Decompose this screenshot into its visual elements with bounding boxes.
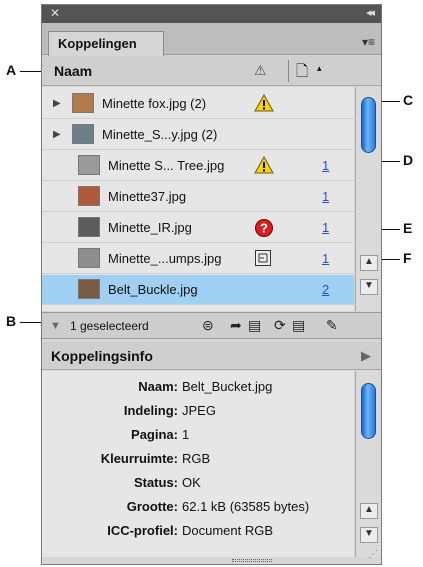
- next-link-icon[interactable]: ▶: [361, 348, 371, 364]
- update-link-icon[interactable]: ⟳: [274, 317, 286, 334]
- link-thumbnail: [72, 93, 94, 113]
- missing-icon: ?: [254, 218, 274, 241]
- link-thumbnail: [72, 124, 94, 144]
- callout-e: E: [403, 220, 413, 236]
- info-value: RGB: [182, 451, 211, 466]
- page-link[interactable]: 2: [322, 282, 329, 297]
- scroll-up-icon[interactable]: ▲: [360, 255, 378, 271]
- page-link[interactable]: 1: [322, 189, 329, 204]
- info-scroll-thumb[interactable]: [361, 383, 376, 439]
- link-row[interactable]: Minette_...umps.jpg 1: [42, 244, 354, 274]
- selection-count: 1 geselecteerd: [70, 319, 149, 333]
- info-scroll-up-icon[interactable]: ▲: [360, 503, 378, 519]
- embedded-icon: [254, 249, 272, 270]
- info-row: ICC-profiel: Document RGB: [42, 523, 354, 545]
- relink-icon[interactable]: ➦: [230, 317, 242, 334]
- close-icon[interactable]: ✕: [50, 6, 60, 20]
- goto-link-icon[interactable]: ▤: [248, 317, 261, 334]
- info-row: Pagina: 1: [42, 427, 354, 449]
- relink-from-cc-icon[interactable]: ⊜: [202, 317, 214, 334]
- link-info-list: Naam: Belt_Bucket.jpg Indeling: JPEG Pagina:…: [42, 371, 354, 557]
- link-name: Minette_IR.jpg: [108, 220, 192, 235]
- info-row: Naam: Belt_Bucket.jpg: [42, 379, 354, 401]
- svg-text:?: ?: [260, 221, 268, 236]
- info-key: Indeling:: [123, 403, 178, 418]
- info-key: Grootte:: [126, 499, 178, 514]
- callout-a: A: [6, 62, 17, 78]
- link-name: Belt_Buckle.jpg: [108, 282, 198, 297]
- info-row: Grootte: 62.1 kB (63585 bytes): [42, 499, 354, 521]
- tab-strip: Koppelingen ▾≡: [42, 23, 381, 56]
- link-thumbnail: [78, 186, 100, 206]
- link-name: Minette_...umps.jpg: [108, 251, 222, 266]
- page-column-icon[interactable]: 🗋: [296, 61, 308, 86]
- link-thumbnail: [78, 217, 100, 237]
- expand-icon[interactable]: ▶: [53, 98, 61, 109]
- link-row[interactable]: Belt_Buckle.jpg 2: [42, 275, 354, 305]
- info-scroll-down-icon[interactable]: ▼: [360, 527, 378, 543]
- callout-f: F: [403, 250, 412, 266]
- page-link[interactable]: 1: [322, 220, 329, 235]
- column-divider: [288, 60, 289, 82]
- callout-b: B: [6, 313, 17, 329]
- link-thumbnail: [78, 248, 100, 268]
- edit-original-icon[interactable]: ✎: [326, 317, 338, 334]
- info-value: Belt_Bucket.jpg: [182, 379, 273, 394]
- info-scrollbar[interactable]: ▲ ▼: [355, 371, 381, 557]
- column-header: Naam ⚠ 🗋 ▴: [42, 56, 381, 86]
- status-bar: ▼ 1 geselecteerd ⊜ ➦ ▤ ⟳ ▤ ✎: [42, 312, 381, 339]
- info-key: Status:: [133, 475, 178, 490]
- link-row[interactable]: ▶ Minette_S...y.jpg (2): [42, 120, 354, 150]
- panel-titlebar: ✕ ◂◂: [42, 5, 381, 23]
- tab-koppelingen[interactable]: Koppelingen: [48, 31, 164, 56]
- link-thumbnail: [78, 279, 100, 299]
- panel-menu-icon[interactable]: ▾≡: [362, 35, 375, 49]
- link-name: Minette fox.jpg (2): [102, 96, 207, 111]
- links-scrollbar[interactable]: ▲ ▼: [355, 87, 381, 311]
- callout-c: C: [403, 92, 414, 108]
- warning-icon: [254, 93, 274, 115]
- scroll-thumb[interactable]: [361, 97, 376, 153]
- status-column-icon[interactable]: ⚠: [254, 62, 267, 79]
- info-row: Status: OK: [42, 475, 354, 497]
- info-value: JPEG: [182, 403, 216, 418]
- links-panel: ✕ ◂◂ Koppelingen ▾≡ Naam ⚠ 🗋 ▴ ▶ Minette …: [41, 4, 382, 565]
- update-all-icon[interactable]: ▤: [292, 317, 305, 334]
- collapse-icon[interactable]: ◂◂: [366, 6, 375, 19]
- warning-icon: [254, 155, 274, 177]
- info-row: Kleurruimte: RGB: [42, 451, 354, 473]
- info-value: 1: [182, 427, 190, 442]
- link-row[interactable]: Minette_IR.jpg? 1: [42, 213, 354, 243]
- page-link[interactable]: 1: [322, 251, 329, 266]
- sort-arrow-icon[interactable]: ▴: [317, 63, 322, 74]
- info-key: Naam:: [138, 379, 178, 394]
- show-info-triangle-icon[interactable]: ▼: [50, 320, 61, 332]
- link-name: Minette37.jpg: [108, 189, 187, 204]
- expand-icon[interactable]: ▶: [53, 129, 61, 140]
- link-name: Minette_S...y.jpg (2): [102, 127, 218, 142]
- info-key: ICC-profiel:: [107, 523, 178, 538]
- resize-corner-icon[interactable]: ⋰: [368, 549, 378, 560]
- links-list: ▶ Minette fox.jpg (2) ▶ Minette_S...y.jpg (…: [42, 87, 354, 311]
- page-link[interactable]: 1: [322, 158, 329, 173]
- link-row[interactable]: ▶ Minette fox.jpg (2): [42, 89, 354, 119]
- info-value: 62.1 kB (63585 bytes): [182, 499, 310, 514]
- info-row: Indeling: JPEG: [42, 403, 354, 425]
- link-row[interactable]: Minette S... Tree.jpg 1: [42, 151, 354, 181]
- info-value: Document RGB: [182, 523, 274, 538]
- info-key: Kleurruimte:: [100, 451, 178, 466]
- info-key: Pagina:: [131, 427, 178, 442]
- link-thumbnail: [78, 155, 100, 175]
- callout-d: D: [403, 152, 414, 168]
- panel-resize-grip[interactable]: [232, 559, 272, 562]
- name-column-header[interactable]: Naam: [54, 63, 92, 79]
- link-info-header: Koppelingsinfo ▶: [42, 342, 381, 370]
- link-row[interactable]: Minette37.jpg 1: [42, 182, 354, 212]
- scroll-down-icon[interactable]: ▼: [360, 279, 378, 295]
- link-info-title: Koppelingsinfo: [51, 348, 153, 364]
- info-value: OK: [182, 475, 201, 490]
- link-name: Minette S... Tree.jpg: [108, 158, 225, 173]
